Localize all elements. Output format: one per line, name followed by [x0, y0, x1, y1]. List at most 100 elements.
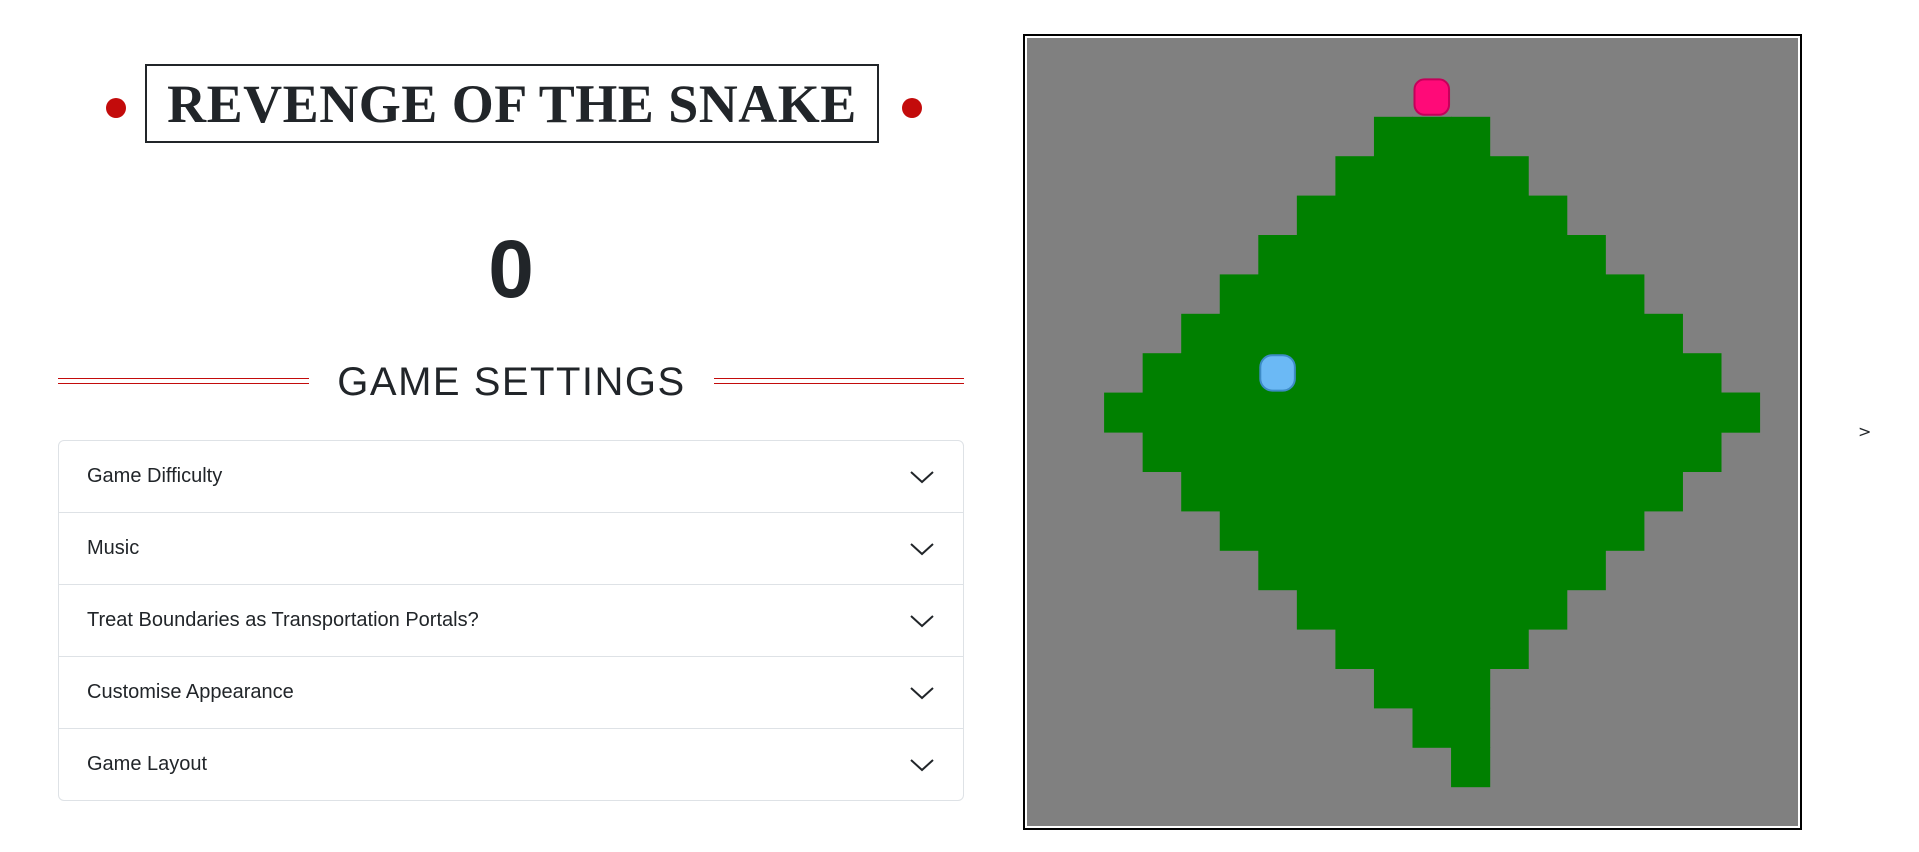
- snake-segment: [1451, 471, 1491, 512]
- next-arrow-button[interactable]: >: [1858, 422, 1871, 441]
- snake-segment: [1219, 353, 1259, 394]
- snake-segment: [1412, 313, 1452, 354]
- snake-segment: [1219, 510, 1259, 551]
- snake-segment: [1605, 471, 1645, 512]
- snake-segment: [1566, 235, 1606, 275]
- snake-segment: [1605, 432, 1645, 472]
- snake-segment: [1412, 629, 1452, 669]
- snake-segment: [1296, 510, 1336, 551]
- chevron-down-icon: [910, 614, 934, 627]
- snake-segment: [1605, 510, 1645, 551]
- game-board[interactable]: [1027, 38, 1798, 826]
- accordion-item-customise-appearance[interactable]: Customise Appearance: [59, 657, 963, 729]
- snake-segment: [1489, 550, 1529, 591]
- snake-segment: [1489, 589, 1529, 630]
- snake-segment: [1643, 471, 1683, 512]
- snake-segment: [1258, 510, 1298, 551]
- snake-segment: [1373, 235, 1414, 275]
- title-banner: REVENGE OF THE SNAKE: [106, 64, 922, 146]
- snake-segment: [1373, 432, 1414, 472]
- snake-segment: [1219, 471, 1259, 512]
- chevron-down-icon: [910, 470, 934, 483]
- snake-segment: [1258, 313, 1298, 354]
- snake-segment: [1373, 274, 1414, 315]
- snake-segment: [1181, 353, 1221, 394]
- score-display: 0: [488, 224, 534, 315]
- snake-segment: [1643, 432, 1683, 472]
- settings-heading: GAME SETTINGS: [337, 360, 686, 404]
- snake-segment: [1412, 589, 1452, 630]
- snake-segment: [1528, 274, 1568, 315]
- snake-segment: [1335, 550, 1375, 591]
- title-box: REVENGE OF THE SNAKE: [145, 64, 879, 143]
- snake-segment: [1335, 235, 1375, 275]
- snake-segment: [1373, 668, 1414, 709]
- snake-segment: [1412, 156, 1452, 197]
- snake-segment: [1296, 432, 1336, 472]
- snake-segment: [1373, 313, 1414, 354]
- snake-segment: [1258, 274, 1298, 315]
- accordion-item-music[interactable]: Music: [59, 513, 963, 585]
- snake-segment: [1373, 116, 1414, 157]
- snake-segment: [1335, 432, 1375, 472]
- snake-segment: [1258, 392, 1298, 433]
- accordion-item-boundaries-portals[interactable]: Treat Boundaries as Transportation Porta…: [59, 585, 963, 657]
- snake-segment: [1528, 589, 1568, 630]
- snake-segment: [1528, 510, 1568, 551]
- snake-segment: [1528, 392, 1568, 433]
- snake-segment: [1489, 510, 1529, 551]
- snake-segment: [1451, 156, 1491, 197]
- snake-segment: [1605, 353, 1645, 394]
- snake-segment: [1335, 156, 1375, 197]
- snake-segment: [1566, 392, 1606, 433]
- snake-segment: [1489, 471, 1529, 512]
- accordion-item-game-layout[interactable]: Game Layout: [59, 729, 963, 800]
- snake-segment: [1451, 235, 1491, 275]
- snake-segment: [1489, 195, 1529, 236]
- snake-segment: [1566, 313, 1606, 354]
- snake-segment: [1335, 510, 1375, 551]
- snake-segment: [1412, 353, 1452, 394]
- snake-segment: [1605, 313, 1645, 354]
- snake-segment: [1335, 353, 1375, 394]
- snake-segment: [1451, 589, 1491, 630]
- snake-segment: [1489, 235, 1529, 275]
- snake-segment: [1412, 707, 1452, 748]
- snake-segment: [1258, 471, 1298, 512]
- snake-segment: [1258, 550, 1298, 591]
- snake-segment: [1296, 550, 1336, 591]
- snake-segment: [1682, 432, 1722, 472]
- snake-segment: [1335, 392, 1375, 433]
- snake-segment: [1373, 589, 1414, 630]
- accordion-label: Game Layout: [87, 753, 208, 775]
- snake-segment: [1412, 195, 1452, 236]
- snake-segment: [1335, 195, 1375, 236]
- title-bullet-left-icon: [106, 98, 126, 118]
- snake-segment: [1489, 156, 1529, 197]
- snake-segment: [1528, 550, 1568, 591]
- snake-segment: [1219, 274, 1259, 315]
- snake-segment: [1181, 313, 1221, 354]
- snake-segment: [1566, 550, 1606, 591]
- snake-segment: [1566, 471, 1606, 512]
- accordion-label: Treat Boundaries as Transportation Porta…: [87, 609, 479, 631]
- snake-segment: [1181, 392, 1221, 433]
- accordion-item-game-difficulty[interactable]: Game Difficulty: [59, 441, 963, 513]
- snake-segment: [1373, 156, 1414, 197]
- snake-segment: [1373, 629, 1414, 669]
- snake-segment: [1412, 274, 1452, 315]
- game-board-frame: [1023, 34, 1802, 830]
- snake-segment: [1528, 313, 1568, 354]
- accordion-label: Customise Appearance: [87, 681, 294, 703]
- snake-segment: [1489, 432, 1529, 472]
- snake-segment: [1489, 392, 1529, 433]
- snake-segment: [1451, 353, 1491, 394]
- snake-segment: [1528, 432, 1568, 472]
- snake-segment: [1412, 235, 1452, 275]
- snake-segment: [1682, 353, 1722, 394]
- snake-segment: [1489, 274, 1529, 315]
- snake-segment: [1451, 707, 1491, 748]
- snake-segment: [1296, 392, 1336, 433]
- snake-segment: [1412, 668, 1452, 709]
- snake-segment: [1219, 432, 1259, 472]
